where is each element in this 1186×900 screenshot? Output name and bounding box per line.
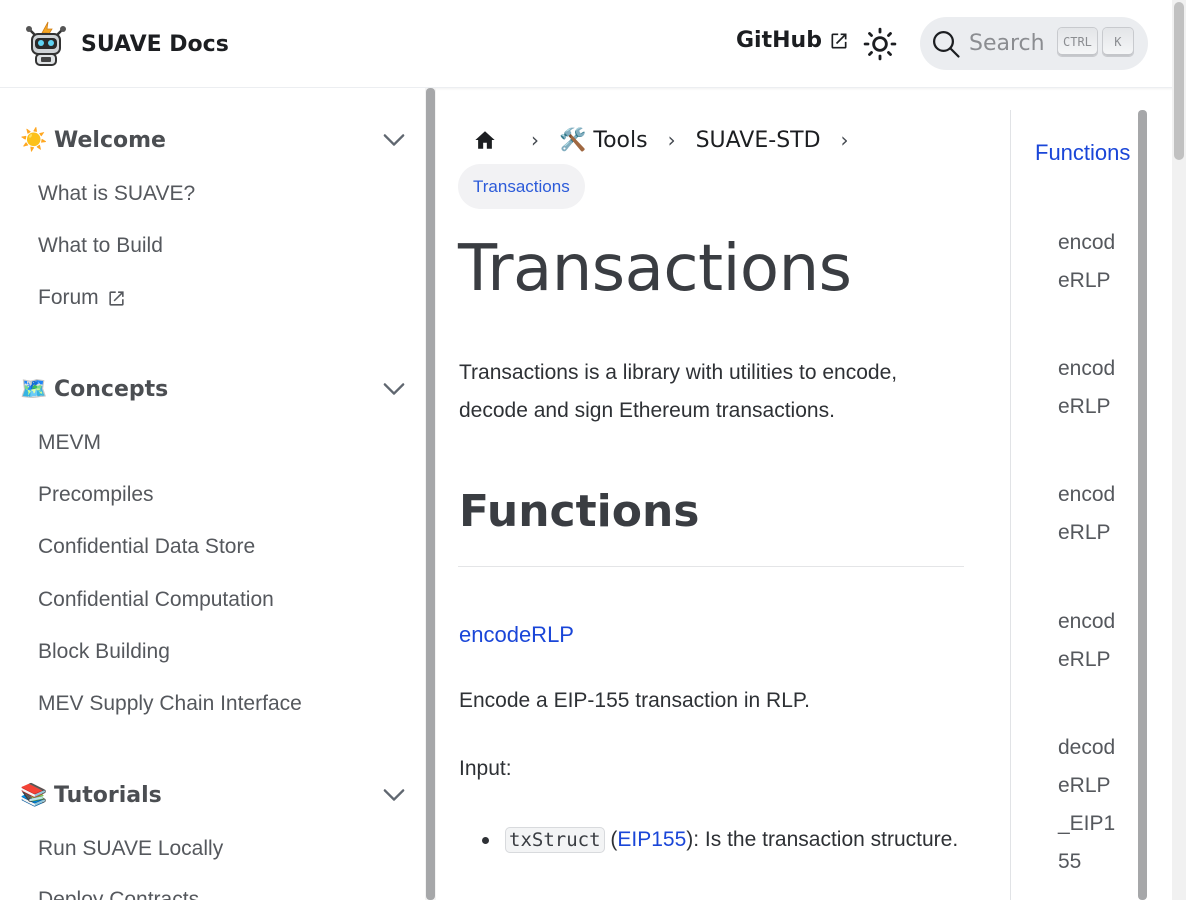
param-description: ): Is the transaction structure. xyxy=(686,828,959,851)
breadcrumb: › 🛠️ Tools › SUAVE-STD › xyxy=(459,118,869,162)
list-bullet xyxy=(482,837,489,844)
sidebar-item-block-building[interactable]: Block Building xyxy=(38,640,170,664)
sidebar-item-what-to-build[interactable]: What to Build xyxy=(38,234,163,258)
toc-link-encode-rlp[interactable]: encodeRLP xyxy=(1058,224,1116,300)
toc-link-encode-rlp[interactable]: encodeRLP xyxy=(1058,476,1116,552)
breadcrumb-tools[interactable]: 🛠️ Tools xyxy=(559,128,648,153)
sidebar-scrollbar-thumb[interactable] xyxy=(426,88,435,900)
sidebar-category-concepts[interactable]: 🗺️ Concepts xyxy=(20,369,414,409)
chevron-down-icon[interactable] xyxy=(382,129,406,151)
heading-divider xyxy=(458,566,964,567)
sidebar-category-label: Tutorials xyxy=(54,782,162,808)
table-of-contents: Functions encodeRLP encodeRLP encodeRLP … xyxy=(1010,110,1140,900)
chevron-down-icon[interactable] xyxy=(382,784,406,806)
eip155-link[interactable]: EIP155 xyxy=(617,828,686,851)
breadcrumb-separator: › xyxy=(667,128,676,152)
page-title: Transactions xyxy=(458,232,852,306)
sidebar-item-confidential-computation[interactable]: Confidential Computation xyxy=(38,588,274,612)
toc-link-encode-rlp[interactable]: encodeRLP xyxy=(1058,350,1116,426)
sidebar-category-tutorials[interactable]: 📚 Tutorials xyxy=(20,775,414,815)
sidebar-item-label: Forum xyxy=(38,286,99,309)
search-shortcut: CTRL K xyxy=(1058,28,1133,56)
sidebar-item-deploy-contracts[interactable]: Deploy Contracts xyxy=(38,888,199,900)
github-label: GitHub xyxy=(736,28,822,53)
sidebar-category-welcome[interactable]: ☀️ Welcome xyxy=(20,120,414,160)
toc-link-encode-rlp[interactable]: encodeRLP xyxy=(1058,603,1116,679)
navbar: SUAVE Docs GitHub Search CTRL K xyxy=(0,0,1186,88)
theme-toggle-button[interactable] xyxy=(860,24,900,64)
robot-logo-icon xyxy=(26,21,66,66)
brand-link[interactable]: SUAVE Docs xyxy=(22,20,229,68)
breadcrumb-suave-std[interactable]: SUAVE-STD xyxy=(696,128,821,153)
sidebar-item-confidential-data-store[interactable]: Confidential Data Store xyxy=(38,535,255,559)
external-link-icon xyxy=(109,290,124,306)
breadcrumb-separator: › xyxy=(840,128,849,152)
map-emoji-icon: 🗺️ xyxy=(20,376,48,402)
search-button[interactable]: Search CTRL K xyxy=(920,17,1148,70)
page-scrollbar-thumb[interactable] xyxy=(1174,2,1184,160)
sun-emoji-icon: ☀️ xyxy=(20,127,48,153)
encode-rlp-heading-link[interactable]: encodeRLP xyxy=(459,622,574,648)
breadcrumb-separator: › xyxy=(531,128,539,152)
breadcrumb-home[interactable] xyxy=(459,118,511,162)
books-emoji-icon: 📚 xyxy=(20,782,48,808)
kbd-ctrl: CTRL xyxy=(1058,28,1097,56)
sidebar-item-what-is-suave[interactable]: What is SUAVE? xyxy=(38,182,195,206)
intro-paragraph: Transactions is a library with utilities… xyxy=(459,361,898,422)
breadcrumb-current: Transactions xyxy=(458,164,585,209)
chevron-down-icon[interactable] xyxy=(382,378,406,400)
github-link[interactable]: GitHub xyxy=(736,28,849,53)
toc-link-decode-rlp-eip155[interactable]: decodeRLP_EIP155 xyxy=(1058,729,1116,881)
toc-link-functions[interactable]: Functions xyxy=(1035,134,1135,172)
functions-heading: Functions xyxy=(459,486,700,537)
sidebar-item-mev-supply-chain[interactable]: MEV Supply Chain Interface xyxy=(38,692,302,716)
search-icon xyxy=(933,30,960,58)
param-code: txStruct xyxy=(505,827,605,853)
brand-title: SUAVE Docs xyxy=(81,31,229,57)
search-placeholder: Search xyxy=(969,31,1045,56)
sidebar-item-precompiles[interactable]: Precompiles xyxy=(38,483,154,507)
sidebar-category-label: Welcome xyxy=(54,127,166,153)
sidebar-item-run-suave-locally[interactable]: Run SUAVE Locally xyxy=(38,837,223,861)
list-item: txStruct (EIP155): Is the transaction st… xyxy=(482,820,962,860)
sidebar-item-mevm[interactable]: MEVM xyxy=(38,431,101,455)
sidebar-category-label: Concepts xyxy=(54,376,169,402)
sun-icon xyxy=(863,27,897,61)
external-link-icon xyxy=(831,33,847,48)
function-description: Encode a EIP-155 transaction in RLP. xyxy=(459,689,811,712)
input-label: Input: xyxy=(459,757,512,780)
kbd-k: K xyxy=(1102,28,1133,56)
sidebar-item-forum[interactable]: Forum xyxy=(38,286,126,310)
home-icon xyxy=(475,131,495,149)
toc-scrollbar-thumb[interactable] xyxy=(1138,110,1147,900)
